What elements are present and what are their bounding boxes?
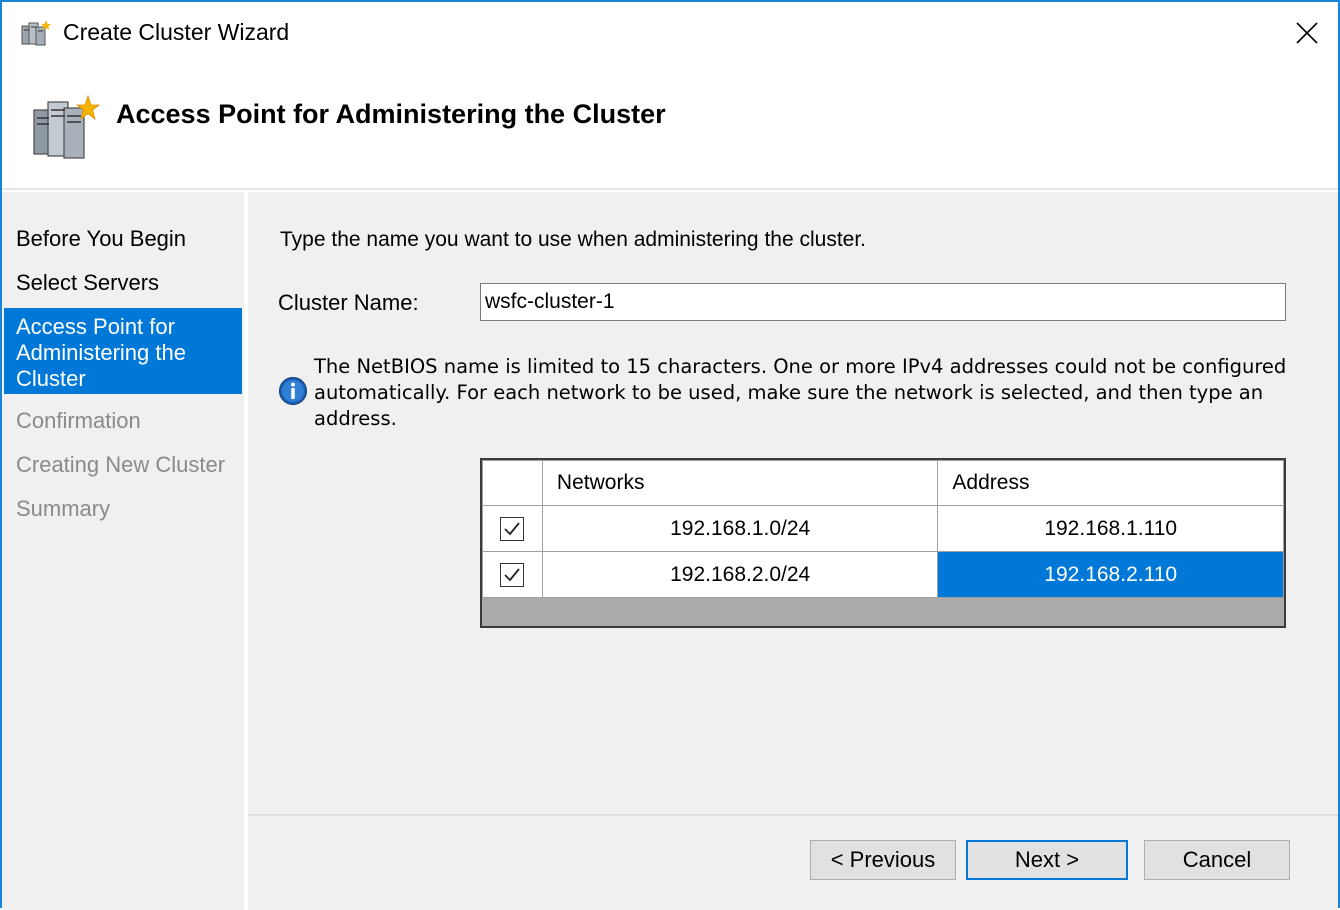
- wizard-steps-sidebar: Before You Begin Select Servers Access P…: [2, 192, 244, 910]
- footer-divider: [248, 814, 1338, 816]
- cluster-servers-icon: [33, 94, 100, 159]
- address-cell-selected[interactable]: 192.168.2.110: [937, 551, 1284, 598]
- header-address[interactable]: Address: [937, 460, 1284, 506]
- network-cell: 192.168.1.0/24: [541, 505, 939, 552]
- sidebar-item-before-you-begin[interactable]: Before You Begin: [16, 226, 240, 252]
- row-checkbox-cell[interactable]: [482, 505, 543, 552]
- table-row[interactable]: 192.168.2.0/24 192.168.2.110: [482, 551, 1284, 598]
- header-checkbox-column: [482, 460, 543, 506]
- title-bar: Create Cluster Wizard: [2, 2, 1338, 66]
- network-checkbox[interactable]: [500, 562, 525, 587]
- close-icon: [1296, 22, 1318, 44]
- address-cell[interactable]: 192.168.1.110: [937, 505, 1284, 552]
- next-button[interactable]: Next >: [966, 840, 1128, 880]
- checkmark-icon: [504, 568, 521, 582]
- grid-header-row: Networks Address: [482, 460, 1284, 506]
- networks-grid: Networks Address 192.168.1.0/24 192.168.…: [480, 458, 1286, 628]
- sidebar-item-select-servers[interactable]: Select Servers: [16, 270, 240, 296]
- cancel-button[interactable]: Cancel: [1144, 840, 1290, 880]
- info-icon: [279, 377, 307, 405]
- wizard-content: Type the name you want to use when admin…: [248, 192, 1338, 910]
- page-title: Access Point for Administering the Clust…: [116, 99, 666, 129]
- header-networks[interactable]: Networks: [541, 460, 939, 506]
- instruction-text: Type the name you want to use when admin…: [280, 228, 867, 251]
- sidebar-item-access-point[interactable]: Access Point for Administering the Clust…: [4, 308, 242, 394]
- table-row[interactable]: 192.168.1.0/24 192.168.1.110: [482, 505, 1284, 552]
- checkmark-icon: [504, 522, 521, 536]
- cluster-wizard-icon: [21, 20, 51, 46]
- network-cell: 192.168.2.0/24: [541, 551, 939, 598]
- close-button[interactable]: [1284, 10, 1330, 56]
- network-checkbox[interactable]: [500, 516, 525, 541]
- networks-table: Networks Address 192.168.1.0/24 192.168.…: [482, 460, 1284, 598]
- header-divider: [2, 188, 1338, 190]
- sidebar-item-confirmation: Confirmation: [16, 408, 141, 433]
- wizard-window: Create Cluster Wizard Access Point for A…: [0, 0, 1340, 910]
- sidebar-item-creating-new-cluster: Creating New Cluster: [16, 452, 226, 477]
- wizard-header: Access Point for Administering the Clust…: [2, 66, 1338, 188]
- cluster-name-input[interactable]: [480, 283, 1286, 321]
- previous-button[interactable]: < Previous: [810, 840, 956, 880]
- window-title: Create Cluster Wizard: [63, 19, 290, 45]
- cluster-name-label: Cluster Name:: [278, 290, 419, 315]
- info-message: The NetBIOS name is limited to 15 charac…: [314, 355, 1287, 430]
- sidebar-item-summary: Summary: [16, 496, 111, 521]
- row-checkbox-cell[interactable]: [482, 551, 543, 598]
